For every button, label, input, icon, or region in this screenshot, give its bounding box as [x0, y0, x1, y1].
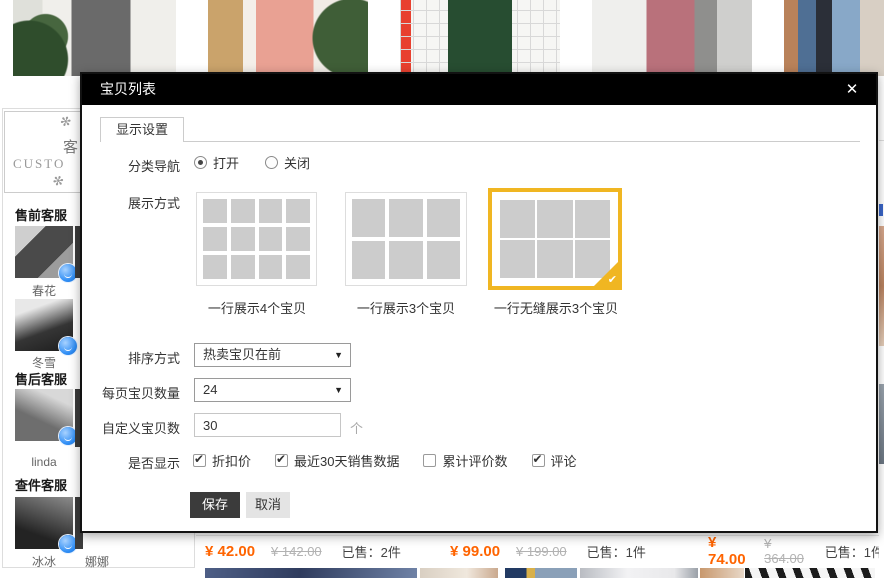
checkbox-discount-price[interactable]: ✔ [193, 454, 206, 467]
category-nav-label: 分类导航 [82, 156, 180, 175]
sold-count: 已售：1件 [587, 542, 646, 561]
sold-count: 已售：1件 [825, 542, 884, 561]
custom-count-unit: 个 [350, 418, 363, 437]
product-photo[interactable] [784, 0, 884, 76]
custom-count-input[interactable] [194, 413, 341, 437]
show-options-label: 是否显示 [82, 453, 180, 472]
layout-option-4-per-row[interactable] [196, 192, 317, 286]
layout-caption: 一行展示3个宝贝 [320, 298, 492, 317]
layout-caption: 一行无缝展示3个宝贝 [468, 298, 644, 317]
chevron-down-icon: ▼ [334, 379, 343, 401]
cancel-button[interactable]: 取消 [246, 492, 290, 518]
contact-avatar[interactable] [15, 226, 73, 278]
layout-preview-grid [203, 199, 310, 279]
show-options-row: ✔ 折扣价 ✔ 最近30天销售数据 ✔ 累计评价数 ✔ 评论 [193, 451, 577, 470]
radio-open[interactable] [194, 156, 207, 169]
contact-name: 冰冰 [15, 553, 73, 570]
modal-title: 宝贝列表 [100, 74, 156, 105]
layout-caption: 一行展示4个宝贝 [172, 298, 342, 317]
checkbox-total-reviews-label[interactable]: 累计评价数 [442, 451, 507, 470]
contact-avatar[interactable] [15, 497, 73, 549]
radio-open-label[interactable]: 打开 [213, 153, 239, 172]
check-icon: ✔ [608, 273, 617, 286]
product-photo[interactable] [505, 568, 577, 578]
custom-count-label: 自定义宝贝数 [82, 418, 180, 437]
chevron-down-icon: ▼ [334, 344, 343, 366]
header-zh-label: 客 [63, 136, 78, 157]
sale-price: ¥ 99.00 [450, 543, 500, 560]
radio-closed[interactable] [265, 156, 278, 169]
check-icon: ✔ [194, 452, 204, 466]
product-photo[interactable] [205, 568, 417, 578]
product-price-row: ¥ 99.00 ¥ 199.00 已售：1件 [450, 541, 646, 561]
contact-name: 春花 [15, 282, 73, 299]
per-page-select[interactable]: 24 ▼ [194, 378, 351, 402]
close-icon[interactable]: ✕ [842, 80, 862, 100]
product-list-settings-modal: 宝贝列表 ✕ 显示设置 分类导航 打开 关闭 展示方式 [80, 72, 878, 533]
product-photo[interactable] [745, 568, 875, 578]
link-fragment [879, 204, 883, 216]
radio-closed-label[interactable]: 关闭 [284, 153, 310, 172]
check-icon: ✔ [276, 452, 286, 466]
product-photo[interactable] [700, 568, 744, 578]
sale-price: ¥ 42.00 [205, 543, 255, 560]
contact-name: linda [15, 455, 73, 469]
per-page-label: 每页宝贝数量 [82, 383, 180, 402]
sort-select-value: 热卖宝贝在前 [203, 347, 281, 362]
contact-name: 娜娜 [85, 553, 143, 570]
sold-count: 已售：2件 [342, 542, 401, 561]
layout-preview-grid [352, 199, 460, 279]
product-photo[interactable] [420, 568, 498, 578]
product-photo[interactable] [13, 0, 176, 76]
page-edge-sliver [879, 104, 884, 578]
save-button[interactable]: 保存 [190, 492, 240, 518]
check-icon: ✔ [533, 452, 543, 466]
leaf-decoration-icon: ✻ [51, 171, 67, 190]
divider [879, 140, 884, 141]
section-title-aftersale: 售后客服 [15, 369, 67, 388]
product-photo[interactable] [208, 0, 368, 76]
product-photo[interactable] [580, 568, 698, 578]
checkbox-total-reviews[interactable]: ✔ [423, 454, 436, 467]
contact-avatar[interactable] [15, 299, 73, 351]
sort-label: 排序方式 [82, 348, 180, 367]
tab-divider [100, 141, 860, 142]
tab-display-settings[interactable]: 显示设置 [100, 117, 184, 142]
photo-fragment [879, 384, 884, 464]
checkbox-30day-sales-label[interactable]: 最近30天销售数据 [294, 451, 399, 470]
checkbox-comments[interactable]: ✔ [532, 454, 545, 467]
contact-avatar[interactable] [15, 389, 73, 441]
original-price: ¥ 142.00 [271, 544, 322, 559]
per-page-select-value: 24 [203, 382, 217, 397]
layout-option-3-per-row[interactable] [345, 192, 467, 286]
original-price: ¥ 364.00 [764, 536, 805, 566]
photo-fragment [879, 226, 884, 346]
display-mode-label: 展示方式 [82, 193, 180, 212]
sale-price: ¥ 74.00 [708, 534, 748, 568]
original-price: ¥ 199.00 [516, 544, 567, 559]
layout-option-3-seamless-selected[interactable]: ✔ [488, 188, 622, 290]
sort-select[interactable]: 热卖宝贝在前 ▼ [194, 343, 351, 367]
checkbox-30day-sales[interactable]: ✔ [275, 454, 288, 467]
chat-badge-icon [59, 337, 77, 355]
shop-decorator-page: ✻ 客 CUSTO ✻ 售前客服 春花 冬雪 售后客服 linda 查件客服 冰… [0, 0, 884, 578]
product-photo[interactable] [400, 0, 560, 76]
product-price-row: ¥ 74.00 ¥ 364.00 已售：1件 [708, 541, 884, 561]
modal-header: 宝贝列表 ✕ [82, 74, 876, 105]
product-photo[interactable] [592, 0, 752, 76]
section-title-tracking: 查件客服 [15, 475, 67, 494]
product-price-row: ¥ 42.00 ¥ 142.00 已售：2件 [205, 541, 401, 561]
category-nav-radios: 打开 关闭 [194, 153, 310, 172]
leaf-decoration-icon: ✻ [58, 113, 74, 132]
checkbox-discount-price-label[interactable]: 折扣价 [212, 451, 251, 470]
header-en-label: CUSTO [13, 156, 65, 172]
checkbox-comments-label[interactable]: 评论 [551, 451, 577, 470]
section-title-presale: 售前客服 [15, 205, 67, 224]
